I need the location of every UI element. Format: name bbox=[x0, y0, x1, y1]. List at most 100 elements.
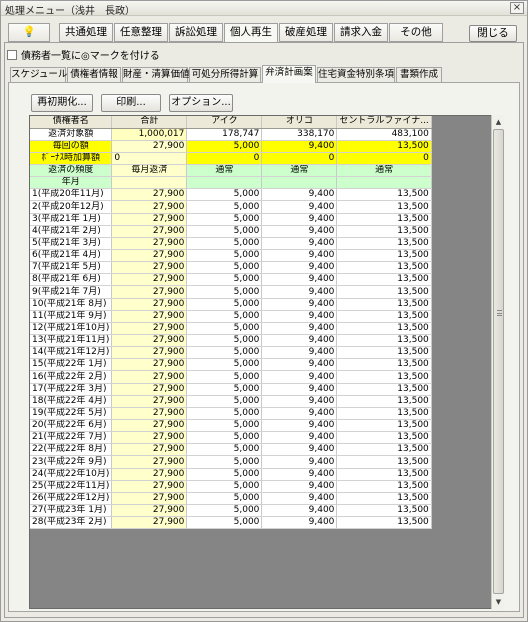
cell[interactable]: 27,900 bbox=[111, 468, 188, 481]
cell[interactable]: 9,400 bbox=[261, 237, 338, 251]
cell[interactable]: 27,900 bbox=[111, 419, 188, 433]
cell[interactable]: 483,100 bbox=[336, 128, 432, 141]
cell[interactable]: 27,900 bbox=[111, 237, 188, 251]
mark-checkbox[interactable] bbox=[7, 50, 17, 60]
tab-other[interactable]: その他 bbox=[389, 23, 443, 42]
print-button[interactable]: 印刷... bbox=[101, 94, 161, 112]
cell[interactable]: 9,400 bbox=[261, 504, 338, 518]
cell[interactable]: 27,900 bbox=[111, 200, 188, 214]
cell[interactable]: 9,400 bbox=[261, 516, 338, 530]
cell[interactable]: 13,500 bbox=[336, 443, 432, 457]
cell[interactable]: 9,400 bbox=[261, 310, 338, 323]
cell[interactable]: 0 bbox=[336, 152, 432, 166]
cell[interactable]: 13,500 bbox=[336, 285, 432, 299]
cell[interactable]: 毎月返済 bbox=[111, 164, 188, 178]
cell[interactable]: 9,400 bbox=[261, 188, 338, 202]
cell[interactable]: 27,900 bbox=[111, 443, 188, 457]
cell[interactable]: 13,500 bbox=[336, 492, 432, 506]
cell[interactable]: 9,400 bbox=[261, 261, 338, 275]
cell[interactable]: 5,000 bbox=[186, 334, 263, 348]
cell[interactable]: 27,900 bbox=[111, 383, 188, 396]
cell[interactable]: 13,500 bbox=[336, 407, 432, 421]
tab-bankruptcy[interactable]: 破産処理 bbox=[279, 23, 333, 42]
cell[interactable]: 5,000 bbox=[186, 322, 263, 336]
cell[interactable]: 5,000 bbox=[186, 213, 263, 226]
cell[interactable]: 5,000 bbox=[186, 237, 263, 251]
cell[interactable]: 9,400 bbox=[261, 431, 338, 445]
cell[interactable]: 9,400 bbox=[261, 419, 338, 433]
cell[interactable]: 9,400 bbox=[261, 285, 338, 299]
cell[interactable]: 9,400 bbox=[261, 322, 338, 336]
cell[interactable]: 9,400 bbox=[261, 480, 338, 493]
cell[interactable]: 0 bbox=[111, 152, 188, 166]
subtab-documents[interactable]: 書類作成 bbox=[396, 67, 442, 82]
repayment-grid[interactable]: 債権者名 合計 アイク オリコ セントラルファイナ... 返済対象額 1,000… bbox=[29, 115, 504, 609]
cell[interactable]: 27,900 bbox=[111, 370, 188, 384]
cell[interactable]: 13,500 bbox=[336, 516, 432, 530]
options-button[interactable]: オプション... bbox=[169, 94, 233, 112]
cell[interactable]: 5,000 bbox=[186, 443, 263, 457]
cell[interactable]: 5,000 bbox=[186, 188, 263, 202]
cell[interactable]: 9,400 bbox=[261, 443, 338, 457]
cell[interactable]: 9,400 bbox=[261, 370, 338, 384]
cell[interactable]: 27,900 bbox=[111, 516, 188, 530]
cell[interactable]: 13,500 bbox=[336, 261, 432, 275]
cell[interactable]: 9,400 bbox=[261, 213, 338, 226]
cell[interactable]: 338,170 bbox=[261, 128, 338, 141]
cell[interactable]: 5,000 bbox=[186, 346, 263, 360]
cell[interactable]: 5,000 bbox=[186, 480, 263, 493]
tab-litigation[interactable]: 訴訟処理 bbox=[169, 23, 223, 42]
cell[interactable]: 5,000 bbox=[186, 492, 263, 506]
cell[interactable]: 27,900 bbox=[111, 346, 188, 360]
cell[interactable]: 通常 bbox=[261, 164, 338, 178]
cell[interactable]: 13,500 bbox=[336, 370, 432, 384]
cell[interactable]: 5,000 bbox=[186, 383, 263, 396]
cell[interactable]: 27,900 bbox=[111, 225, 188, 238]
cell[interactable]: 9,400 bbox=[261, 334, 338, 348]
checkbox-row[interactable]: 債務者一覧に◎マークを付ける bbox=[7, 47, 160, 62]
scroll-down-icon[interactable]: ▼ bbox=[493, 596, 504, 608]
cell[interactable]: 27,900 bbox=[111, 395, 188, 408]
window-close-button[interactable]: × bbox=[510, 2, 524, 14]
cell[interactable]: 27,900 bbox=[111, 298, 188, 311]
vertical-scrollbar[interactable]: ▲ ▼ bbox=[491, 115, 504, 609]
cell[interactable]: 5,000 bbox=[186, 285, 263, 299]
cell[interactable]: 13,500 bbox=[336, 419, 432, 433]
cell[interactable]: 5,000 bbox=[186, 395, 263, 408]
cell[interactable]: 13,500 bbox=[336, 310, 432, 323]
cell[interactable]: 通常 bbox=[336, 164, 432, 178]
cell[interactable]: 13,500 bbox=[336, 237, 432, 251]
cell[interactable]: 27,900 bbox=[111, 213, 188, 226]
cell[interactable]: 5,000 bbox=[186, 273, 263, 287]
cell[interactable]: 9,400 bbox=[261, 200, 338, 214]
cell[interactable]: 5,000 bbox=[186, 370, 263, 384]
cell[interactable]: 9,400 bbox=[261, 346, 338, 360]
cell[interactable]: 27,900 bbox=[111, 407, 188, 421]
cell[interactable]: 13,500 bbox=[336, 395, 432, 408]
tab-voluntary[interactable]: 任意整理 bbox=[114, 23, 168, 42]
cell[interactable]: 9,400 bbox=[261, 140, 338, 153]
tab-tips[interactable]: 💡 bbox=[8, 23, 50, 42]
cell[interactable]: 5,000 bbox=[186, 407, 263, 421]
cell[interactable]: 5,000 bbox=[186, 516, 263, 530]
cell[interactable]: 178,747 bbox=[186, 128, 263, 141]
cell[interactable]: 5,000 bbox=[186, 431, 263, 445]
cell[interactable]: 13,500 bbox=[336, 225, 432, 238]
cell[interactable]: 0 bbox=[261, 152, 338, 166]
cell[interactable]: 9,400 bbox=[261, 273, 338, 287]
cell[interactable]: 27,900 bbox=[111, 480, 188, 493]
cell[interactable]: 27,900 bbox=[111, 504, 188, 518]
cell[interactable]: 13,500 bbox=[336, 504, 432, 518]
cell[interactable]: 5,000 bbox=[186, 504, 263, 518]
cell[interactable]: 1,000,017 bbox=[111, 128, 188, 141]
subtab-schedule[interactable]: スケジュール bbox=[10, 67, 67, 82]
subtab-assets[interactable]: 財産・清算価値 bbox=[122, 67, 190, 82]
cell[interactable]: 27,900 bbox=[111, 358, 188, 372]
cell[interactable]: 27,900 bbox=[111, 261, 188, 275]
cell[interactable]: 5,000 bbox=[186, 261, 263, 275]
cell[interactable]: 0 bbox=[186, 152, 263, 166]
cell[interactable]: 27,900 bbox=[111, 334, 188, 348]
cell[interactable]: 13,500 bbox=[336, 249, 432, 263]
cell[interactable]: 5,000 bbox=[186, 140, 263, 153]
cell[interactable]: 5,000 bbox=[186, 310, 263, 323]
